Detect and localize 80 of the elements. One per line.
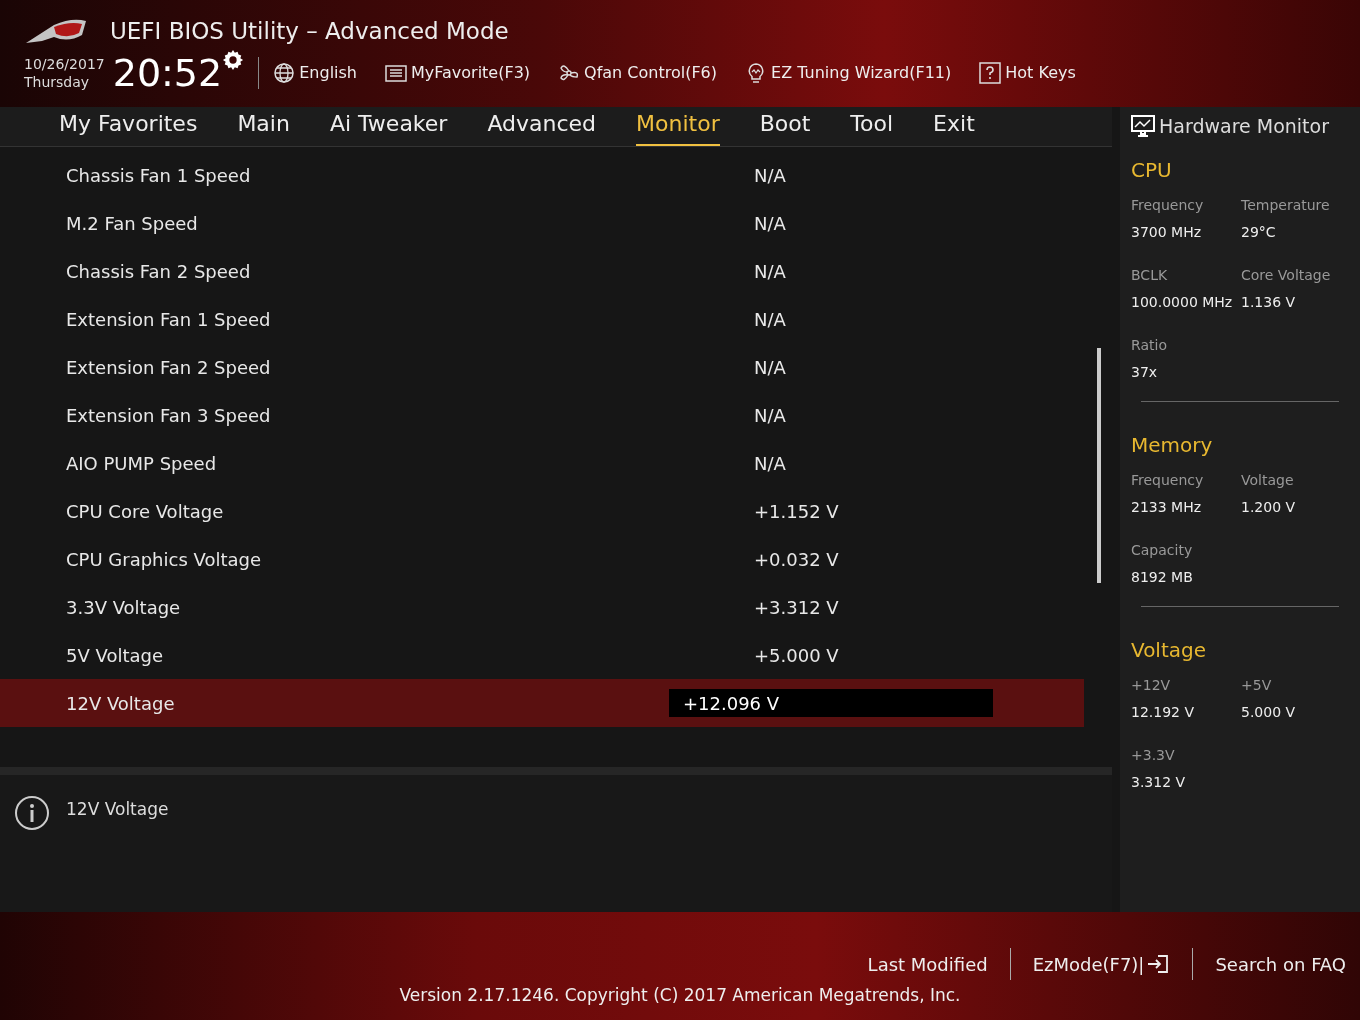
metric-value: 8192 MB bbox=[1131, 568, 1194, 587]
monitor-icon bbox=[1131, 115, 1155, 137]
setting-label[interactable]: Extension Fan 2 Speed bbox=[0, 353, 669, 381]
setting-value: +5.000 V bbox=[753, 643, 839, 668]
metric-value: 100.0000 MHz bbox=[1131, 293, 1234, 312]
metric-label: Core Voltage bbox=[1241, 266, 1332, 285]
metric-label: +12V bbox=[1131, 676, 1172, 695]
metric-value: 1.200 V bbox=[1241, 498, 1297, 517]
section-heading: CPU bbox=[1131, 157, 1173, 184]
footer-link[interactable]: Search on FAQ bbox=[1215, 950, 1346, 978]
setting-label[interactable]: AIO PUMP Speed bbox=[0, 449, 669, 477]
footer-link[interactable]: Last Modified bbox=[867, 950, 988, 978]
panel-title: Hardware Monitor bbox=[1159, 113, 1329, 139]
menu-tab[interactable]: Boot bbox=[759, 107, 811, 146]
metric-value: 5.000 V bbox=[1241, 703, 1297, 722]
toolbar-button[interactable]: English bbox=[273, 60, 357, 85]
menu-tab[interactable]: Advanced bbox=[487, 107, 597, 146]
help-text: 12V Voltage bbox=[66, 798, 169, 821]
metric-label: Frequency bbox=[1131, 471, 1205, 490]
version-text: Version 2.17.1246. Copyright (C) 2017 American Megatrends, Inc. bbox=[399, 983, 961, 1007]
setting-value: N/A bbox=[753, 403, 786, 428]
toolbar-button[interactable]: Hot Keys bbox=[979, 60, 1076, 85]
selected-row[interactable]: 12V Voltage +12.096 V bbox=[0, 679, 1084, 727]
help-icon bbox=[979, 61, 1002, 84]
setting-value: +1.152 V bbox=[753, 499, 839, 524]
setting-label[interactable]: Chassis Fan 2 Speed bbox=[0, 257, 669, 285]
metric-value: 29°C bbox=[1241, 223, 1277, 242]
metric-label: Voltage bbox=[1241, 471, 1295, 490]
menu-tab[interactable]: Tool bbox=[850, 107, 894, 146]
setting-value: N/A bbox=[753, 211, 786, 236]
menu-tab[interactable]: My Favorites bbox=[59, 107, 198, 146]
metric-value: 1.136 V bbox=[1241, 293, 1297, 312]
metric-label: Frequency bbox=[1131, 196, 1205, 215]
metric-value: 12.192 V bbox=[1131, 703, 1195, 722]
scrollbar[interactable] bbox=[1097, 348, 1101, 583]
setting-value: +12.096 V bbox=[669, 689, 993, 717]
clock-time: 20:52 bbox=[112, 52, 223, 93]
info-icon bbox=[14, 795, 50, 831]
metric-value: 3.312 V bbox=[1131, 773, 1187, 792]
setting-label[interactable]: 12V Voltage bbox=[0, 689, 669, 717]
metric-label: Capacity bbox=[1131, 541, 1194, 560]
menu-tab[interactable]: Monitor bbox=[636, 107, 720, 146]
metric-value: 37x bbox=[1131, 363, 1159, 382]
setting-value: +3.312 V bbox=[753, 595, 839, 620]
metric-label: Ratio bbox=[1131, 336, 1168, 355]
menu-tab[interactable]: Exit bbox=[933, 107, 975, 146]
toolbar-button[interactable]: EZ Tuning Wizard(F11) bbox=[745, 60, 952, 85]
setting-value: +0.032 V bbox=[753, 547, 839, 572]
setting-value: N/A bbox=[753, 259, 786, 284]
exit-icon bbox=[1146, 953, 1171, 975]
metric-label: +3.3V bbox=[1131, 746, 1176, 765]
section-heading: Memory bbox=[1131, 432, 1214, 459]
window-title: UEFI BIOS Utility – Advanced Mode bbox=[110, 17, 509, 46]
setting-label[interactable]: CPU Core Voltage bbox=[0, 497, 669, 525]
setting-value: N/A bbox=[753, 451, 786, 476]
metric-label: BCLK bbox=[1131, 266, 1169, 285]
metric-value: 2133 MHz bbox=[1131, 498, 1203, 517]
setting-value: N/A bbox=[753, 163, 786, 188]
setting-label[interactable]: 5V Voltage bbox=[0, 641, 669, 669]
footer-link[interactable]: EzMode(F7)| bbox=[1032, 950, 1171, 978]
setting-label[interactable]: CPU Graphics Voltage bbox=[0, 545, 669, 573]
toolbar-button[interactable]: Qfan Control(F6) bbox=[558, 60, 718, 85]
metric-label: +5V bbox=[1241, 676, 1273, 695]
metric-value: 3700 MHz bbox=[1131, 223, 1203, 242]
setting-label[interactable]: Chassis Fan 1 Speed bbox=[0, 161, 669, 189]
date-text: 10/26/2017 bbox=[24, 54, 105, 73]
globe-icon bbox=[273, 61, 296, 84]
setting-label[interactable]: Extension Fan 3 Speed bbox=[0, 401, 669, 429]
setting-label[interactable]: Extension Fan 1 Speed bbox=[0, 305, 669, 333]
metric-label: Temperature bbox=[1241, 196, 1331, 215]
setting-value: N/A bbox=[753, 355, 786, 380]
day-text: Thursday bbox=[24, 72, 91, 91]
settings-icon[interactable] bbox=[222, 48, 245, 71]
toolbar-button[interactable]: MyFavorite(F3) bbox=[385, 60, 531, 85]
setting-value: N/A bbox=[753, 307, 786, 332]
menu-tab[interactable]: Ai Tweaker bbox=[329, 107, 448, 146]
setting-label[interactable]: 3.3V Voltage bbox=[0, 593, 669, 621]
section-heading: Voltage bbox=[1131, 637, 1208, 664]
setting-label[interactable]: M.2 Fan Speed bbox=[0, 209, 669, 237]
menu-tab[interactable]: Main bbox=[237, 107, 290, 146]
